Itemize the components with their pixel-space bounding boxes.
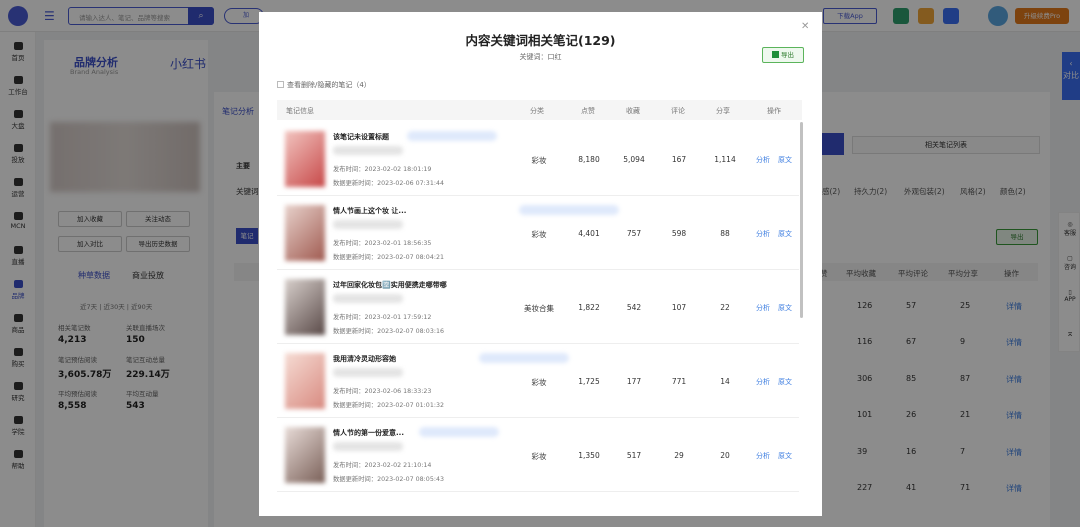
- original-link[interactable]: 原文: [778, 377, 792, 387]
- analyze-link[interactable]: 分析: [756, 229, 770, 239]
- note-title[interactable]: 过年回家化妆包🈳实用便携走哪带哪: [333, 280, 447, 290]
- note-thumbnail[interactable]: [285, 353, 325, 409]
- note-thumbnail[interactable]: [285, 279, 325, 335]
- col-favorites: 收藏: [626, 107, 640, 115]
- data-update-time: 数据更新时间：2023-02-07 01:01:32: [333, 402, 444, 409]
- scrollbar[interactable]: [800, 122, 803, 318]
- col-shares: 分享: [716, 107, 730, 115]
- publish-time: 发布时间：2023-02-02 18:01:19: [333, 166, 432, 173]
- excel-icon: [772, 51, 779, 58]
- table-row: [277, 492, 799, 516]
- col-comments: 评论: [671, 107, 685, 115]
- note-title[interactable]: 该笔记未设置标题: [333, 132, 389, 142]
- shares-cell: 1,114: [714, 155, 736, 164]
- redacted-text: [333, 294, 403, 303]
- publish-time: 发布时间：2023-02-02 21:10:14: [333, 462, 432, 469]
- redacted-text: [333, 368, 403, 377]
- data-update-time: 数据更新时间：2023-02-07 08:04:21: [333, 254, 444, 261]
- note-title[interactable]: 情人节的第一份爱意...: [333, 428, 404, 438]
- show-deleted-checkbox[interactable]: 查看删除/隐藏的笔记（4）: [277, 80, 371, 90]
- close-icon[interactable]: ✕: [801, 21, 809, 32]
- redacted-text: [479, 353, 569, 363]
- original-link[interactable]: 原文: [778, 303, 792, 313]
- redacted-text: [407, 131, 497, 141]
- original-link[interactable]: 原文: [778, 155, 792, 165]
- redacted-text: [519, 205, 619, 215]
- redacted-text: [333, 442, 403, 451]
- analyze-link[interactable]: 分析: [756, 377, 770, 387]
- related-notes-modal: 内容关键词相关笔记(129) 关键词：口红 ✕ 导出 查看删除/隐藏的笔记（4）…: [259, 12, 822, 516]
- shares-cell: 14: [720, 377, 730, 386]
- publish-time: 发布时间：2023-02-01 17:59:12: [333, 314, 432, 321]
- note-title[interactable]: 情人节画上这个妆 让...: [333, 206, 406, 216]
- redacted-text: [333, 146, 403, 155]
- export-button[interactable]: 导出: [762, 47, 804, 63]
- modal-title: 内容关键词相关笔记(129): [465, 33, 616, 48]
- data-update-time: 数据更新时间：2023-02-07 08:03:16: [333, 328, 444, 335]
- publish-time: 发布时间：2023-02-06 18:33:23: [333, 388, 432, 395]
- analyze-link[interactable]: 分析: [756, 303, 770, 313]
- data-update-time: 数据更新时间：2023-02-06 07:31:44: [333, 180, 444, 187]
- shares-cell: 88: [720, 229, 730, 238]
- publish-time: 发布时间：2023-02-01 18:56:35: [333, 240, 432, 247]
- col-actions: 操作: [767, 107, 781, 115]
- note-thumbnail[interactable]: [285, 205, 325, 261]
- note-title[interactable]: 我用清冷灵动形容她: [333, 354, 396, 364]
- shares-cell: 20: [720, 451, 730, 460]
- col-likes: 点赞: [581, 107, 595, 115]
- col-category: 分类: [530, 107, 544, 115]
- shares-cell: 22: [720, 303, 730, 312]
- col-note-info: 笔记信息: [286, 107, 314, 115]
- modal-keyword: 关键词：口红: [519, 53, 562, 61]
- original-link[interactable]: 原文: [778, 451, 792, 461]
- analyze-link[interactable]: 分析: [756, 451, 770, 461]
- note-thumbnail[interactable]: [285, 131, 325, 187]
- original-link[interactable]: 原文: [778, 229, 792, 239]
- data-update-time: 数据更新时间：2023-02-07 08:05:43: [333, 476, 444, 483]
- analyze-link[interactable]: 分析: [756, 155, 770, 165]
- redacted-text: [333, 220, 403, 229]
- redacted-text: [419, 427, 499, 437]
- note-thumbnail[interactable]: [285, 427, 325, 483]
- checkbox-icon[interactable]: [277, 81, 284, 88]
